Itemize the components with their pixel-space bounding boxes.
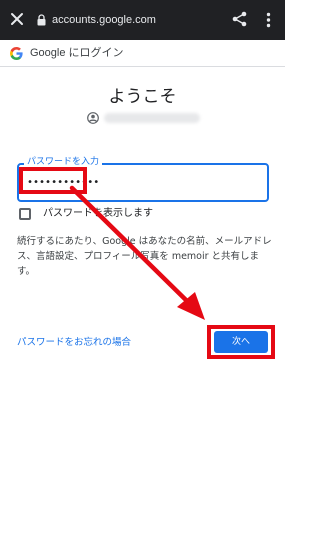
lock-icon: [37, 14, 46, 26]
share-icon[interactable]: [232, 11, 247, 27]
show-password-checkbox[interactable]: [19, 208, 31, 220]
signin-title: Google にログイン: [30, 47, 124, 59]
next-button[interactable]: 次へ: [214, 331, 268, 353]
show-password-label[interactable]: パスワードを表示します: [43, 207, 153, 221]
account-circle-icon[interactable]: [87, 112, 99, 124]
data-sharing-notice: 続行するにあたり、Google はあなたの名前、メールアドレス、言語設定、プロフ…: [17, 236, 272, 277]
password-highlight-box: [19, 167, 87, 194]
account-email-blurred: [104, 113, 200, 123]
close-icon[interactable]: [9, 11, 25, 27]
page-title: ようこそ: [108, 87, 177, 107]
forgot-password-link[interactable]: パスワードをお忘れの場合: [17, 336, 131, 350]
more-vert-icon[interactable]: [266, 12, 271, 28]
address-bar-url[interactable]: accounts.google.com: [52, 12, 156, 28]
annotation-arrow: [69, 185, 205, 320]
google-g-logo: [10, 47, 23, 60]
